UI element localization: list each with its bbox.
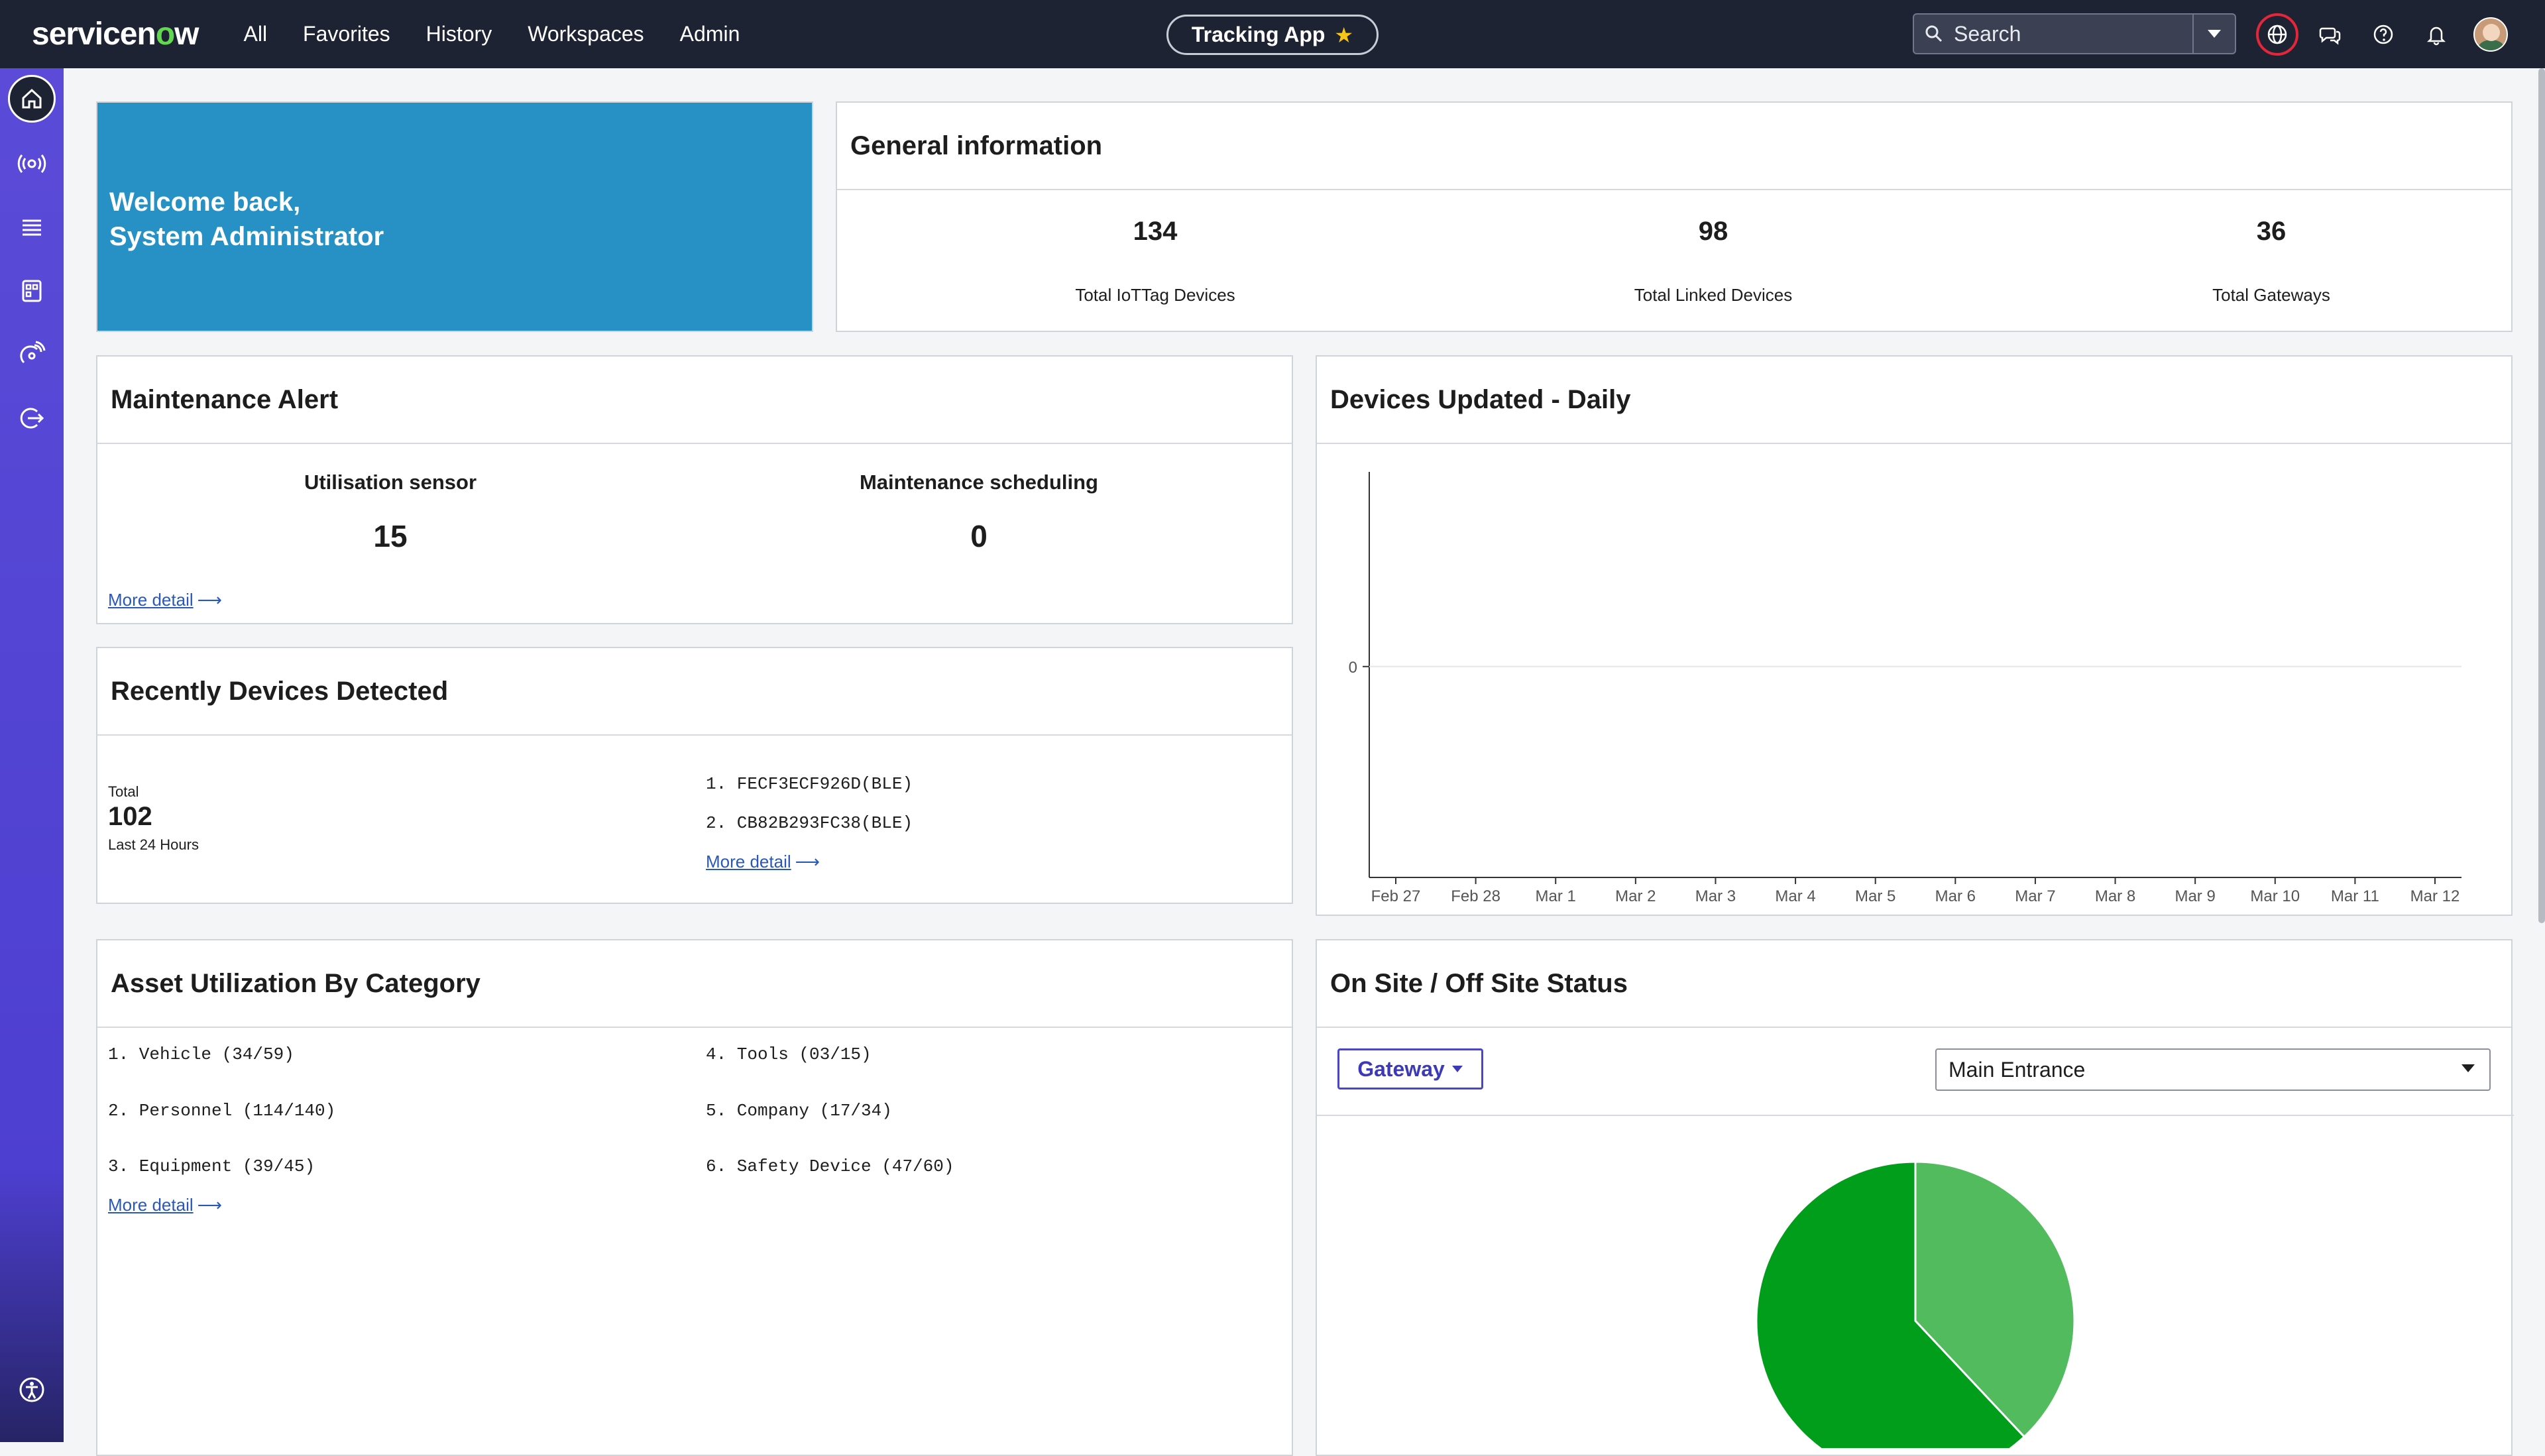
top-navigation-bar: servicenow All Favorites History Workspa… [0,0,2545,68]
main-nav: All Favorites History Workspaces Admin [243,22,775,46]
maintenance-scheduling-stat[interactable]: Maintenance scheduling 0 [833,471,1125,554]
x-tick-label: Mar 6 [1935,887,1976,905]
satellite-icon[interactable] [8,331,56,378]
devices-updated-card: Devices Updated - Daily 0 Feb 27 Feb 28 Mar… [1316,355,2513,916]
welcome-line-1: Welcome back, [109,188,301,217]
gateway-dropdown-button[interactable]: Gateway [1337,1048,1483,1090]
x-tick-label: Mar 1 [1536,887,1576,905]
stat-value: 0 [970,519,988,553]
x-tick-label: Mar 7 [2015,887,2055,905]
globe-icon[interactable] [2256,13,2298,56]
app-name-label: Tracking App [1191,23,1326,46]
search-scope-dropdown[interactable] [2192,15,2235,53]
general-information-title: General information [837,103,2511,190]
devices-updated-chart: 0 Feb 27 Feb 28 Mar 1 Mar 2 Mar 3 Mar 4 Mar 5 Ma… [1349,472,2461,905]
utilisation-sensor-stat[interactable]: Utilisation sensor 15 [271,471,510,554]
onsite-status-card: On Site / Off Site Status [1316,939,2514,1456]
stat-value: 36 [2256,217,2287,246]
welcome-user-name: System Administrator [109,222,384,251]
x-tick-label: Mar 9 [2175,887,2215,905]
app-name-pill[interactable]: Tracking App ★ [1166,15,1379,55]
asset-category-item[interactable]: 6. Safety Device (47/60) [706,1156,954,1176]
stat-value: 15 [373,519,408,553]
bell-icon[interactable] [2415,13,2458,56]
nav-history[interactable]: History [426,22,492,46]
asset-utilization-title: Asset Utilization By Category [97,940,1292,1028]
recent-more-detail-link[interactable]: More detail ⟶ [706,852,820,872]
asset-utilization-card: Asset Utilization By Category 1. Vehicle… [96,939,1293,1456]
maintenance-more-detail-link[interactable]: More detail ⟶ [108,590,222,610]
x-tick-label: Mar 11 [2331,887,2379,905]
x-tick-label: Mar 4 [1775,887,1815,905]
x-tick-label: Feb 27 [1371,887,1421,905]
x-tick-label: Mar 2 [1615,887,1656,905]
stat-label: Total Linked Devices [1634,285,1793,305]
recent-devices-card: Recently Devices Detected Total 102 Last… [96,647,1293,904]
nav-workspaces[interactable]: Workspaces [528,22,644,46]
header-actions [2256,13,2508,56]
maintenance-alert-card: Maintenance Alert Utilisation sensor 15 … [96,355,1293,624]
stat-total-linked-devices[interactable]: 98 Total Linked Devices [1581,217,1846,306]
recent-devices-title: Recently Devices Detected [97,648,1292,736]
asset-category-item[interactable]: 2. Personnel (114/140) [108,1101,335,1121]
y-tick-label: 0 [1349,659,1357,677]
accessibility-icon[interactable] [8,1366,56,1414]
asset-category-item[interactable]: 5. Company (17/34) [706,1101,892,1121]
help-icon[interactable] [2362,13,2404,56]
device-list-item[interactable]: 2. CB82B293FC38(BLE) [706,813,913,833]
user-avatar[interactable] [2473,17,2508,52]
general-information-card: General information 134 Total IoTTag Dev… [836,101,2513,332]
stat-value: 134 [1133,217,1178,246]
stat-label: Maintenance scheduling [859,471,1098,494]
maintenance-alert-title: Maintenance Alert [97,357,1292,444]
star-icon[interactable]: ★ [1334,23,1353,48]
page-scrollbar[interactable] [2538,68,2545,923]
asset-category-item[interactable]: 4. Tools (03/15) [706,1044,872,1064]
devices-updated-title: Devices Updated - Daily [1317,357,2511,444]
servicenow-logo[interactable]: servicenow [32,16,199,52]
nav-admin[interactable]: Admin [680,22,740,46]
divider [1317,1115,2514,1116]
x-tick-label: Mar 12 [2410,887,2460,905]
asset-category-item[interactable]: 1. Vehicle (34/59) [108,1044,294,1064]
x-tick-label: Mar 3 [1695,887,1736,905]
stat-value: 98 [1698,217,1728,246]
x-tick-label: Mar 5 [1855,887,1895,905]
asset-category-item[interactable]: 3. Equipment (39/45) [108,1156,315,1176]
search-icon [1914,24,1954,44]
onsite-status-title: On Site / Off Site Status [1317,940,2511,1028]
left-sidebar [0,68,64,1442]
total-label: Total [108,783,139,800]
stat-label: Utilisation sensor [304,471,477,494]
logout-icon[interactable] [8,394,56,442]
asset-more-detail-link[interactable]: More detail ⟶ [108,1195,222,1215]
stat-label: Total Gateways [2212,285,2330,305]
stat-total-gateways[interactable]: 36 Total Gateways [2139,217,2404,306]
total-value: 102 [108,802,152,831]
list-icon[interactable] [8,203,56,251]
stat-label: Total IoTTag Devices [1075,285,1235,305]
global-search[interactable]: Search [1913,13,2236,54]
caret-down-icon [1451,1066,1463,1072]
tracking-icon[interactable] [8,140,56,188]
caret-down-icon [2461,1064,2475,1072]
x-tick-label: Mar 10 [2250,887,2300,905]
x-tick-label: Feb 28 [1451,887,1500,905]
x-tick-label: Mar 8 [2095,887,2135,905]
dashboard-icon[interactable] [8,267,56,315]
onsite-pie-chart [1755,1160,2076,1448]
location-select[interactable]: Main Entrance [1935,1048,2491,1091]
chat-icon[interactable] [2309,13,2351,56]
stat-total-iottag-devices[interactable]: 134 Total IoTTag Devices [1023,217,1288,306]
device-list-item[interactable]: 1. FECF3ECF926D(BLE) [706,774,913,794]
nav-all[interactable]: All [243,22,267,46]
nav-favorites[interactable]: Favorites [303,22,390,46]
period-label: Last 24 Hours [108,836,199,853]
home-icon[interactable] [8,75,56,123]
welcome-banner: Welcome back, System Administrator [96,101,813,332]
search-input[interactable]: Search [1954,22,2192,46]
